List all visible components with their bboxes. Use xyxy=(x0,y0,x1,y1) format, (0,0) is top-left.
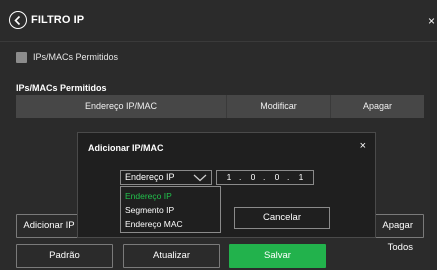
back-chevron-icon[interactable] xyxy=(9,11,27,29)
ip-filter-page: FILTRO IP × IPs/MACs Permitidos IPs/MACs… xyxy=(0,0,437,270)
ip-octet-3[interactable]: 0 xyxy=(270,172,284,182)
section-title: IPs/MACs Permitidos xyxy=(16,83,107,93)
address-type-value: Endereço IP xyxy=(125,172,175,182)
ip-separator: . xyxy=(287,172,290,182)
ip-octet-1[interactable]: 1 xyxy=(222,172,236,182)
ip-separator: . xyxy=(263,172,266,182)
page-title: FILTRO IP xyxy=(31,14,85,26)
ip-separator: . xyxy=(239,172,242,182)
update-button[interactable]: Atualizar xyxy=(123,244,220,268)
table-header: Endereço IP/MAC Modificar Apagar xyxy=(16,95,424,118)
ip-octet-2[interactable]: 0 xyxy=(246,172,260,182)
dropdown-option-segment[interactable]: Segmento IP xyxy=(125,204,174,216)
dropdown-option-mac[interactable]: Endereço MAC xyxy=(125,218,183,230)
default-button[interactable]: Padrão xyxy=(16,244,113,268)
page-header: FILTRO IP × xyxy=(0,0,437,42)
cancel-button[interactable]: Cancelar xyxy=(234,207,330,229)
close-icon[interactable]: × xyxy=(428,14,435,28)
address-type-select[interactable]: Endereço IP xyxy=(120,170,212,185)
column-header-delete: Apagar xyxy=(330,95,424,118)
dropdown-option-ip[interactable]: Endereço IP xyxy=(125,190,172,202)
chevron-down-icon xyxy=(193,174,207,182)
column-header-modify: Modificar xyxy=(226,95,330,118)
modal-close-icon[interactable]: × xyxy=(360,140,366,152)
ip-octet-4[interactable]: 1 xyxy=(294,172,308,182)
ip-address-input[interactable]: 1 . 0 . 0 . 1 xyxy=(216,170,314,185)
column-header-address: Endereço IP/MAC xyxy=(84,101,158,111)
permitted-checkbox[interactable] xyxy=(16,52,27,63)
add-ip-button[interactable]: Adicionar IP xyxy=(16,214,82,238)
permitted-checkbox-label: IPs/MACs Permitidos xyxy=(33,52,119,62)
modal-title: Adicionar IP/MAC xyxy=(88,143,164,153)
save-button[interactable]: Salvar xyxy=(229,244,326,268)
address-type-dropdown: Endereço IP Segmento IP Endereço MAC xyxy=(120,186,221,233)
add-ip-mac-modal: Adicionar IP/MAC × Endereço IP 1 . 0 . 0… xyxy=(77,132,376,238)
